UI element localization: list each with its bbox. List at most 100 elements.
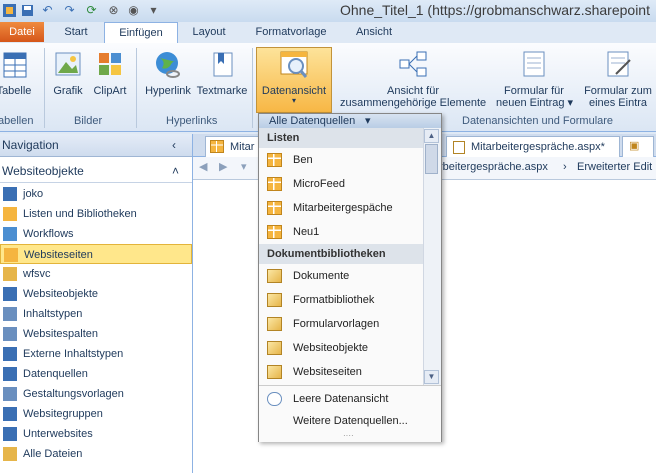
scroll-thumb[interactable]: [425, 144, 438, 174]
collapse-nav-icon[interactable]: ‹: [172, 134, 176, 156]
tabelle-button[interactable]: Tabelle: [0, 50, 36, 97]
sidebar-item[interactable]: Websitegruppen: [0, 404, 192, 424]
sidebar-item-label: Externe Inhaltstypen: [23, 348, 124, 360]
document-tab-1[interactable]: Mitar: [205, 136, 259, 157]
tab-einfuegen[interactable]: Einfügen: [104, 22, 178, 44]
sidebar-item[interactable]: Websiteseiten: [0, 244, 192, 264]
redo-icon[interactable]: ↷: [62, 3, 77, 18]
sidebar-item[interactable]: Workflows: [0, 224, 192, 244]
dropdown-item[interactable]: Websiteobjekte: [259, 336, 423, 360]
sidebar-item[interactable]: Externe Inhaltstypen: [0, 344, 192, 364]
sidebar-item[interactable]: Gestaltungsvorlagen: [0, 384, 192, 404]
breadcrumb-item-page[interactable]: rbeitergespräche.aspx: [439, 161, 548, 173]
group-label-datenansichten: Datenansichten und Formulare: [462, 115, 614, 127]
sidebar-item[interactable]: Listen und Bibliotheken: [0, 204, 192, 224]
tab-start[interactable]: Start: [52, 22, 100, 42]
tab-formatvorlage[interactable]: Formatvorlage: [244, 22, 338, 42]
dropdown-item[interactable]: Formatbibliothek: [259, 288, 423, 312]
document-tab-1-label: Mitar: [230, 141, 255, 153]
weitere-datenquellen-item[interactable]: Weitere Datenquellen...: [259, 409, 441, 433]
content-types-icon: [3, 307, 17, 321]
section-chevron-icon: ˄: [172, 164, 180, 178]
sidebar-item[interactable]: wfsvc: [0, 264, 192, 284]
tab-layout[interactable]: Layout: [184, 22, 234, 42]
groups-icon: [3, 407, 17, 421]
sidebar-item[interactable]: Datenquellen: [0, 364, 192, 384]
dropdown-item[interactable]: Dokumente: [259, 264, 423, 288]
formular-neu-label-2: neuen Eintrag: [496, 97, 565, 109]
sidebar-item-label: wfsvc: [23, 268, 51, 280]
site-objects-icon: [3, 287, 17, 301]
back-icon[interactable]: ◀: [199, 160, 207, 173]
data-source-filter[interactable]: Alle Datenquellen ▾: [259, 114, 441, 128]
dropdown-item[interactable]: Formularvorlagen: [259, 312, 423, 336]
globe-link-icon: [156, 52, 180, 78]
save-icon[interactable]: [20, 3, 35, 18]
datenansicht-dropdown: Alle Datenquellen ▾ Listen Ben MicroFeed Mi…: [258, 113, 442, 442]
preview-icon[interactable]: ◉: [126, 3, 141, 18]
ansicht-zusammengehoerige-button[interactable]: Ansicht für zusammengehörige Elemente: [340, 50, 486, 109]
websiteobjekte-section-header[interactable]: Websiteobjekte ˄: [0, 160, 192, 183]
sidebar-item[interactable]: Alle Dateien: [0, 444, 192, 464]
sidebar-item[interactable]: joko: [0, 184, 192, 204]
page-icon: [453, 141, 465, 154]
undo-icon[interactable]: ↶: [40, 3, 55, 18]
dropdown-item[interactable]: Websiteseiten: [259, 360, 423, 384]
page-icon: [4, 248, 18, 262]
scroll-down-icon[interactable]: ▼: [424, 370, 439, 384]
datenansicht-button[interactable]: Datenansicht ▾: [256, 50, 332, 105]
library-icon: [267, 341, 282, 355]
dropdown-item[interactable]: Mitarbeitergespäche: [259, 196, 423, 220]
filter-dropdown-icon: ▾: [365, 115, 371, 127]
hyperlink-button[interactable]: Hyperlink: [142, 50, 194, 97]
breadcrumb-item-editor[interactable]: Erweiterter Edit: [577, 161, 652, 173]
dropdown-item-label: Neu1: [293, 226, 320, 238]
section-title: Websiteobjekte: [2, 164, 84, 178]
new-tab-button[interactable]: ▣: [622, 136, 654, 157]
master-page-icon: [3, 387, 17, 401]
breadcrumb-separator-icon: ›: [563, 161, 567, 173]
sidebar-item-label: Websiteseiten: [24, 249, 93, 261]
sidebar-item-label: joko: [23, 188, 44, 200]
columns-icon: [3, 327, 17, 341]
list-icon: [210, 140, 224, 153]
tab-datei[interactable]: Datei: [0, 22, 44, 42]
related-items-icon: [399, 51, 427, 77]
grafik-button[interactable]: Grafik: [50, 50, 86, 97]
sidebar-item[interactable]: Websiteobjekte: [0, 284, 192, 304]
dropdown-item[interactable]: Neu1: [259, 220, 423, 244]
site-icon: [3, 187, 17, 201]
formular-neu-button[interactable]: Formular für neuen Eintrag ▾: [496, 50, 574, 109]
dropdown-item[interactable]: Ben: [259, 148, 423, 172]
formular-neu-dropdown-icon: ▾: [564, 97, 574, 109]
formular-zum-button[interactable]: Formular zum eines Eintra: [580, 50, 656, 109]
sidebar-item[interactable]: Unterwebsites: [0, 424, 192, 444]
refresh-icon[interactable]: ⟳: [84, 3, 99, 18]
clipart-button[interactable]: ClipArt: [90, 50, 130, 97]
formular-neu-label-1: Formular für: [504, 85, 564, 97]
resize-grip-icon[interactable]: ····: [343, 431, 354, 440]
stop-icon[interactable]: ⊗: [106, 3, 121, 18]
ansicht-label-1: Ansicht für: [387, 85, 439, 97]
folder-icon: [3, 267, 17, 281]
forward-icon[interactable]: ▶: [219, 160, 227, 173]
sidebar-item[interactable]: Inhaltstypen: [0, 304, 192, 324]
external-content-icon: [3, 347, 17, 361]
textmarke-button[interactable]: Textmarke: [196, 50, 248, 97]
library-icon: [267, 365, 282, 379]
quick-access-dropdown-icon[interactable]: ▾: [146, 3, 161, 18]
dropdown-item[interactable]: MicroFeed: [259, 172, 423, 196]
tab-ansicht[interactable]: Ansicht: [346, 22, 402, 42]
history-dropdown-icon[interactable]: ▾: [241, 160, 247, 173]
data-source-filter-label: Alle Datenquellen: [269, 115, 356, 127]
window-title: Ohne_Titel_1 (https://grobmanschwarz.sha…: [340, 2, 650, 18]
sidebar-item[interactable]: Websitespalten: [0, 324, 192, 344]
dropdown-item-label: Websiteseiten: [293, 366, 362, 378]
leere-datenansicht-item[interactable]: Leere Datenansicht: [259, 387, 441, 411]
clipart-label: ClipArt: [93, 85, 127, 97]
document-tab-2[interactable]: Mitarbeitergespräche.aspx*: [446, 136, 620, 157]
library-icon: [267, 269, 282, 283]
library-icon: [267, 293, 282, 307]
list-icon: [267, 177, 282, 191]
scroll-up-icon[interactable]: ▲: [424, 129, 439, 143]
